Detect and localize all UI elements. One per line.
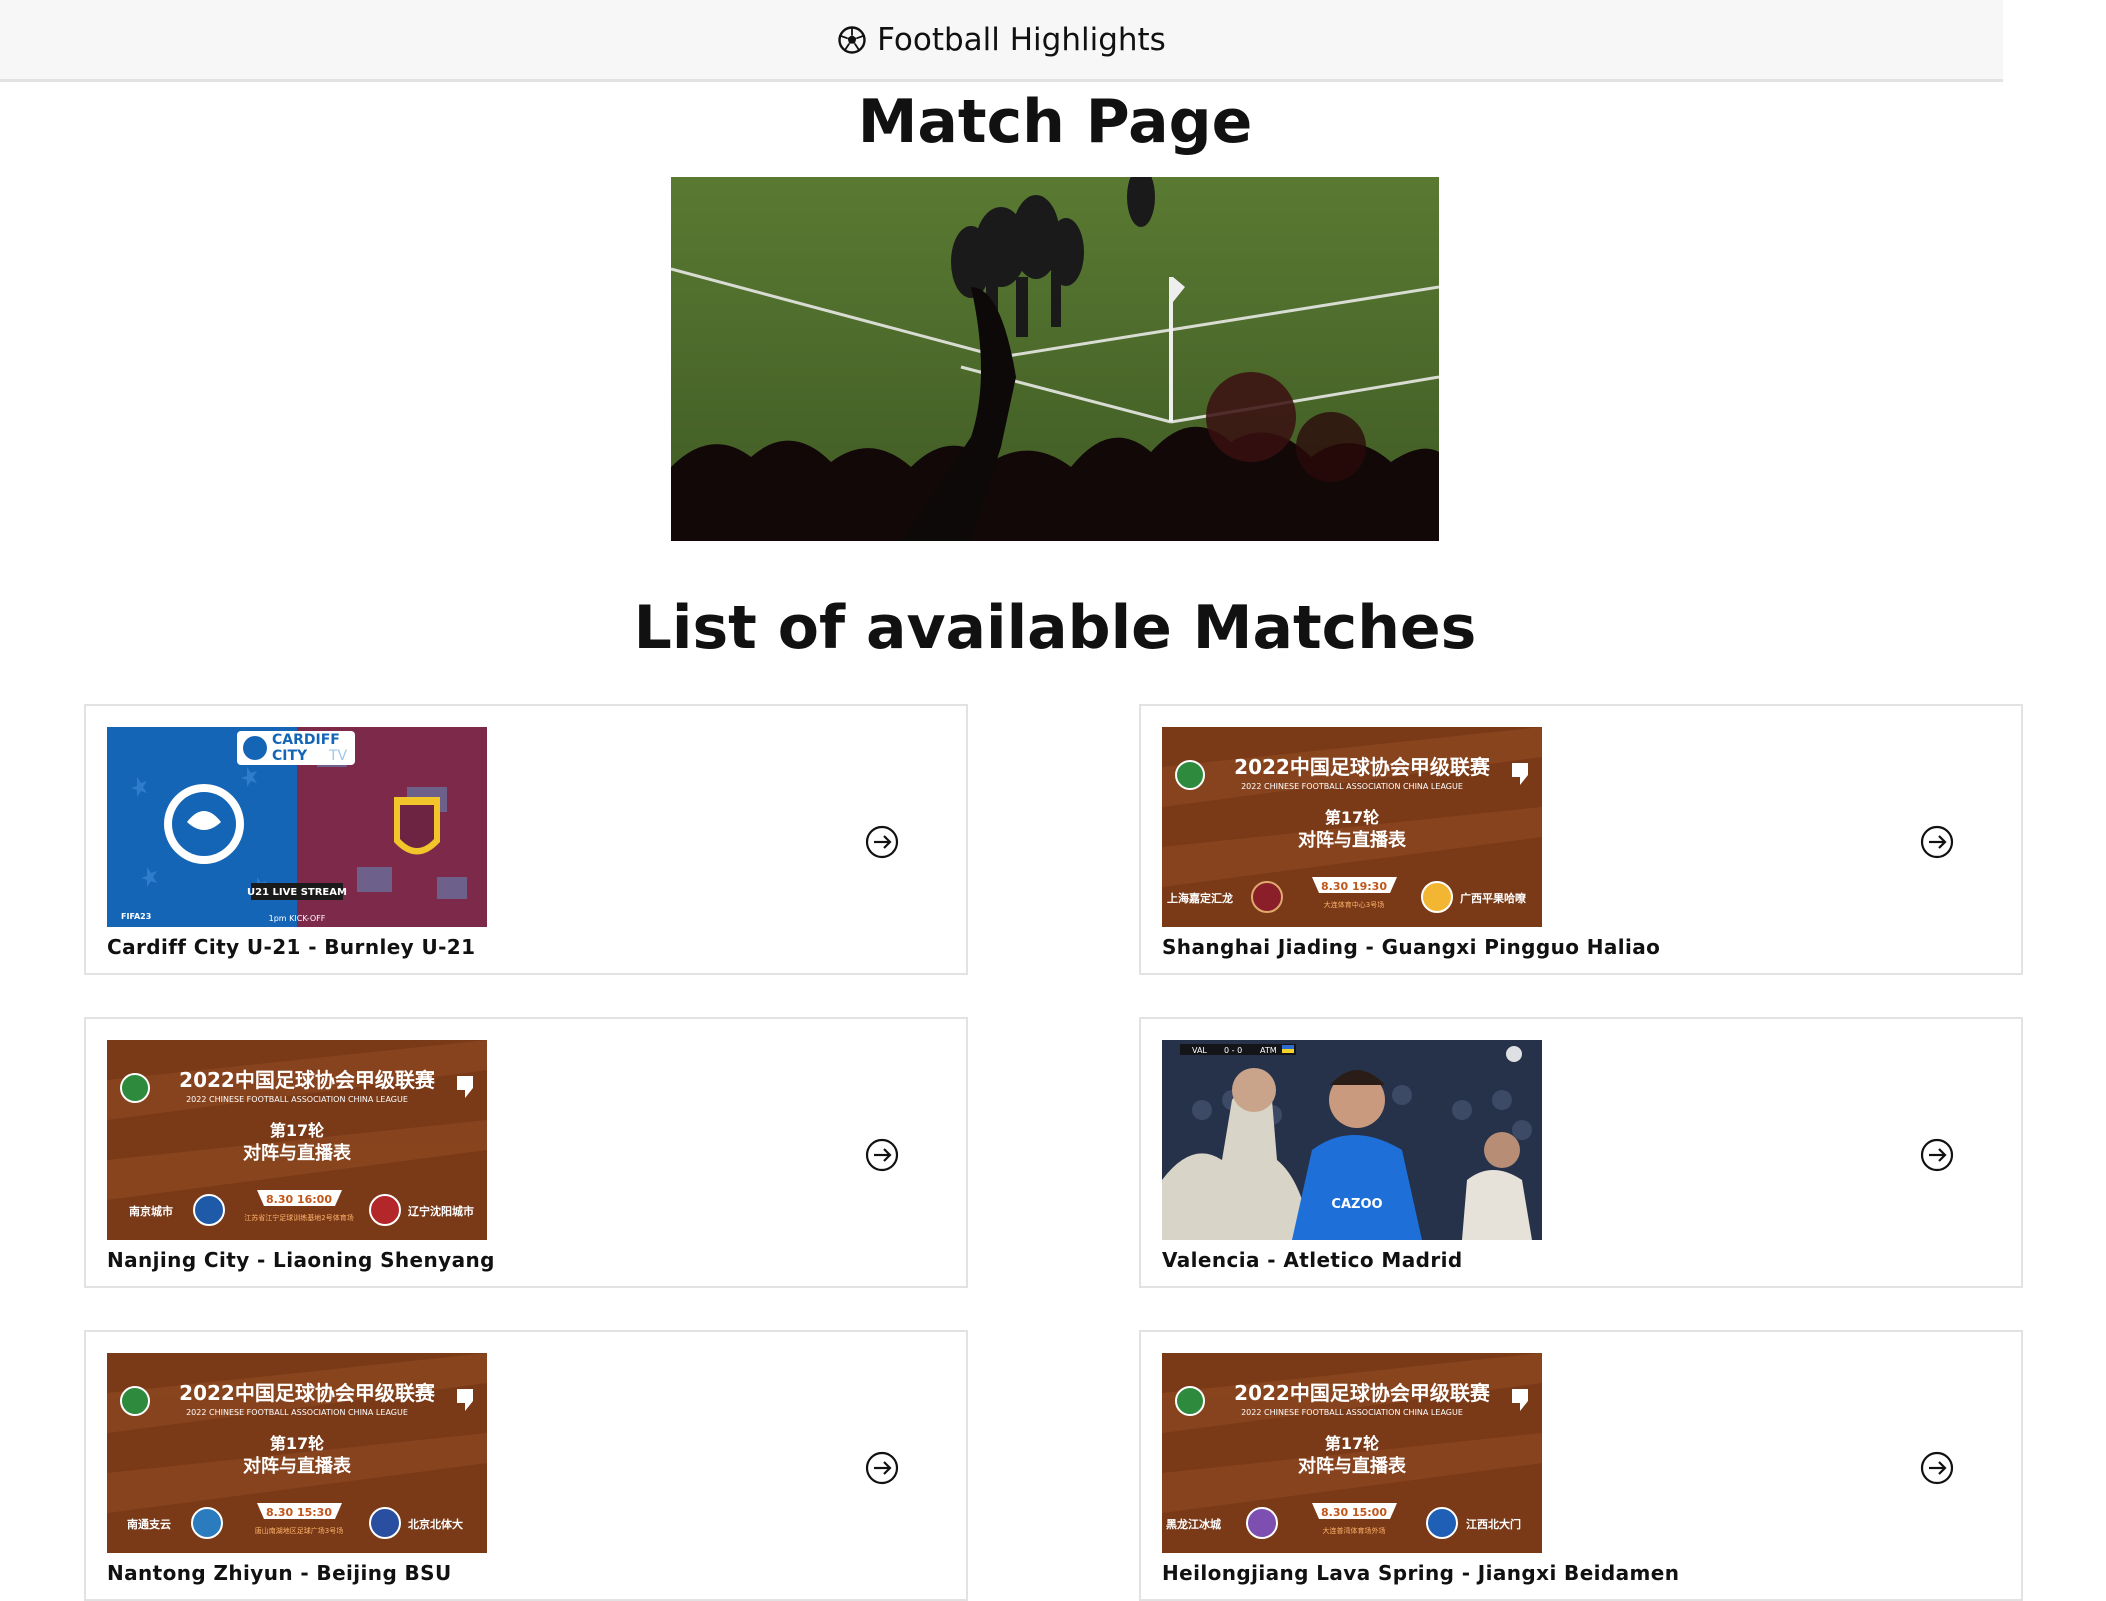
arrow-right-circle-icon[interactable] <box>1920 1451 1954 1485</box>
schedule-label: 对阵与直播表 <box>1298 1455 1407 1477</box>
league-title: 2022中国足球协会甲级联赛 <box>179 1381 436 1405</box>
arrow-right-circle-icon[interactable] <box>865 1138 899 1172</box>
league-title-en: 2022 CHINESE FOOTBALL ASSOCIATION CHINA … <box>1241 782 1463 791</box>
match-thumbnail[interactable]: 2022中国足球协会甲级联赛 2022 CHINESE FOOTBALL ASS… <box>1162 1353 1542 1553</box>
match-title[interactable]: Valencia - Atletico Madrid <box>1162 1248 1463 1272</box>
match-title[interactable]: Nanjing City - Liaoning Shenyang <box>107 1248 495 1272</box>
away-team-label: 广西平果哈嘹 <box>1460 891 1526 905</box>
match-card[interactable]: 2022中国足球协会甲级联赛 2022 CHINESE FOOTBALL ASS… <box>1139 704 2023 975</box>
round-label: 第17轮 <box>1325 808 1379 827</box>
cardiff-brand-line1: CARDIFF <box>272 732 340 748</box>
league-title-en: 2022 CHINESE FOOTBALL ASSOCIATION CHINA … <box>186 1408 408 1417</box>
shirt-sponsor: CAZOO <box>1331 1197 1382 1212</box>
app-title[interactable]: Football Highlights <box>877 22 1166 58</box>
football-icon <box>838 25 866 54</box>
home-team-label: 南通支云 <box>127 1517 171 1531</box>
match-thumbnail[interactable]: 2022中国足球协会甲级联赛 2022 CHINESE FOOTBALL ASS… <box>107 1040 487 1240</box>
match-card[interactable]: CARDIFF CITY TV U21 LIVE STREAM 1pm KICK… <box>84 704 968 975</box>
page-title: Match Page <box>857 87 1253 157</box>
away-team-label: 江西北大门 <box>1466 1517 1521 1531</box>
match-time: 8.30 15:00 <box>1321 1506 1387 1519</box>
schedule-label: 对阵与直播表 <box>243 1142 352 1164</box>
league-title: 2022中国足球协会甲级联赛 <box>179 1068 436 1092</box>
match-card[interactable]: 2022中国足球协会甲级联赛 2022 CHINESE FOOTBALL ASS… <box>1139 1330 2023 1601</box>
kickoff-label: 1pm KICK-OFF <box>269 914 326 923</box>
round-label: 第17轮 <box>270 1434 324 1453</box>
cardiff-brand-line2: CITY <box>272 748 308 764</box>
arrow-right-circle-icon[interactable] <box>865 825 899 859</box>
match-card[interactable]: CAZOO VAL 0 - 0 ATM Valencia - Atletico … <box>1139 1017 2023 1288</box>
match-title[interactable]: Heilongjiang Lava Spring - Jiangxi Beida… <box>1162 1561 1679 1585</box>
match-venue: 大连体育中心3号场 <box>1324 900 1384 909</box>
match-venue: 大连普湾体育场外场 <box>1323 1526 1386 1535</box>
round-label: 第17轮 <box>1325 1434 1379 1453</box>
highlight-video[interactable] <box>671 177 1439 541</box>
score-away: ATM <box>1260 1046 1277 1055</box>
away-team-label: 辽宁沈阳城市 <box>408 1204 474 1218</box>
league-title-en: 2022 CHINESE FOOTBALL ASSOCIATION CHINA … <box>186 1095 408 1104</box>
cardiff-brand-tv: TV <box>328 748 348 764</box>
league-title: 2022中国足球协会甲级联赛 <box>1234 1381 1491 1405</box>
arrow-right-circle-icon[interactable] <box>1920 825 1954 859</box>
match-title[interactable]: Cardiff City U-21 - Burnley U-21 <box>107 935 475 959</box>
match-thumbnail[interactable]: 2022中国足球协会甲级联赛 2022 CHINESE FOOTBALL ASS… <box>1162 727 1542 927</box>
match-thumbnail[interactable]: 2022中国足球协会甲级联赛 2022 CHINESE FOOTBALL ASS… <box>107 1353 487 1553</box>
match-venue: 江苏省江宁足球训练基地2号体育场 <box>244 1213 353 1222</box>
match-venue: 唐山南湖地区足球广场3号场 <box>255 1526 343 1535</box>
schedule-label: 对阵与直播表 <box>1298 829 1407 851</box>
match-card[interactable]: 2022中国足球协会甲级联赛 2022 CHINESE FOOTBALL ASS… <box>84 1017 968 1288</box>
away-team-label: 北京北体大 <box>408 1517 463 1531</box>
top-navbar: Football Highlights <box>0 0 2003 82</box>
league-title-en: 2022 CHINESE FOOTBALL ASSOCIATION CHINA … <box>1241 1408 1463 1417</box>
home-team-label: 南京城市 <box>129 1204 173 1218</box>
schedule-label: 对阵与直播表 <box>243 1455 352 1477</box>
arrow-right-circle-icon[interactable] <box>1920 1138 1954 1172</box>
home-team-label: 上海嘉定汇龙 <box>1167 891 1233 905</box>
sponsor-label: FIFA23 <box>121 912 151 921</box>
round-label: 第17轮 <box>270 1121 324 1140</box>
match-time: 8.30 15:30 <box>266 1506 332 1519</box>
stream-label: U21 LIVE STREAM <box>247 887 347 898</box>
score-home: VAL <box>1192 1046 1207 1055</box>
match-time: 8.30 19:30 <box>1321 880 1387 893</box>
match-title[interactable]: Nantong Zhiyun - Beijing BSU <box>107 1561 452 1585</box>
arrow-right-circle-icon[interactable] <box>865 1451 899 1485</box>
home-team-label: 黑龙江冰城 <box>1166 1517 1221 1531</box>
matches-list-heading: List of available Matches <box>633 593 1477 663</box>
match-thumbnail[interactable]: CAZOO VAL 0 - 0 ATM <box>1162 1040 1542 1240</box>
match-time: 8.30 16:00 <box>266 1193 332 1206</box>
match-card[interactable]: 2022中国足球协会甲级联赛 2022 CHINESE FOOTBALL ASS… <box>84 1330 968 1601</box>
score-value: 0 - 0 <box>1224 1046 1242 1055</box>
match-title[interactable]: Shanghai Jiading - Guangxi Pingguo Halia… <box>1162 935 1660 959</box>
league-title: 2022中国足球协会甲级联赛 <box>1234 755 1491 779</box>
match-thumbnail[interactable]: CARDIFF CITY TV U21 LIVE STREAM 1pm KICK… <box>107 727 487 927</box>
